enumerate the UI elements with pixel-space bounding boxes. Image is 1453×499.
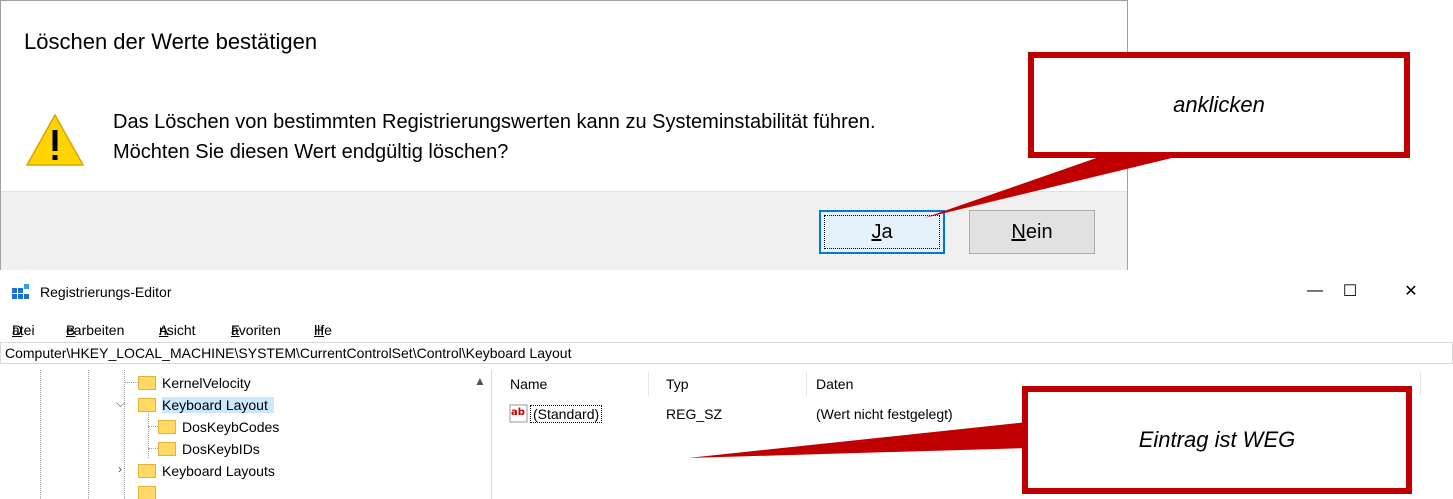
tree-guide-line — [124, 382, 138, 383]
tree-item-doskeybcodes[interactable]: DosKeybCodes — [158, 416, 279, 437]
maximize-button[interactable]: ☐ — [1327, 276, 1373, 306]
tree-item-label: DosKeybIDs — [182, 440, 260, 457]
tree-guide-line — [124, 370, 125, 499]
tree-item-keyboard-layouts[interactable]: Keyboard Layouts — [138, 460, 275, 481]
column-header-type[interactable]: Typ — [666, 376, 689, 392]
tree-item-label: Keyboard Layouts — [162, 462, 275, 479]
window-title: Registrierungs-Editor — [40, 284, 172, 300]
column-header-name[interactable]: Name — [510, 376, 547, 392]
annotation-text-click: anklicken — [1173, 92, 1265, 117]
tree-item-label: KernelVelocity — [162, 374, 251, 391]
folder-icon — [158, 419, 176, 434]
focus-rectangle — [824, 215, 940, 249]
tree-item-doskeybids[interactable]: DosKeybIDs — [158, 438, 260, 459]
dialog-message: Das Löschen von bestimmten Registrierung… — [113, 107, 876, 167]
no-label: ein — [1025, 220, 1053, 243]
tree-item-kernelvelocity[interactable]: KernelVelocity — [138, 372, 251, 393]
tree-guide-line — [148, 448, 158, 449]
folder-icon — [158, 441, 176, 456]
tree-item-partial[interactable] — [138, 482, 162, 499]
table-row[interactable]: (Standard) — [530, 405, 603, 423]
tree-item-label: DosKeybCodes — [182, 418, 280, 435]
string-value-icon: ab — [509, 404, 528, 423]
yes-button[interactable]: Ja — [819, 210, 945, 254]
tree-guide-line — [148, 426, 158, 427]
annotation-box-click: anklicken — [1028, 52, 1410, 158]
folder-icon — [138, 463, 156, 478]
value-type: REG_SZ — [666, 406, 723, 422]
close-button[interactable]: ✕ — [1388, 276, 1434, 306]
tree-item-keyboard-layout[interactable]: Keyboard Layout — [138, 394, 274, 415]
no-mnemonic: N — [1011, 220, 1026, 243]
menu-bar: Datei Bearbeiten Ansicht Favoriten Hilfe — [0, 314, 1453, 338]
chevron-down-icon[interactable]: ⌵ — [116, 396, 125, 411]
tree-pane[interactable]: KernelVelocity ⌵ Keyboard Layout DosKeyb… — [0, 370, 492, 499]
tree-guide-line — [40, 370, 41, 499]
menu-bearbeiten-label: earbeiten — [66, 322, 125, 338]
menu-ansicht-label: nsicht — [159, 322, 196, 338]
column-separator[interactable] — [806, 372, 807, 396]
regedit-app-icon — [12, 284, 29, 299]
chevron-right-icon[interactable]: › — [118, 462, 122, 476]
menu-datei-label: atei — [12, 322, 35, 338]
address-bar[interactable]: Computer\HKEY_LOCAL_MACHINE\SYSTEM\Curre… — [0, 342, 1453, 364]
column-separator[interactable] — [648, 372, 649, 396]
svg-text:ab: ab — [511, 407, 525, 418]
title-bar: Registrierungs-Editor — ☐ ✕ — [0, 270, 1453, 310]
value-name: (Standard) — [530, 405, 603, 423]
value-data: (Wert nicht festgelegt) — [816, 406, 953, 422]
no-button[interactable]: Nein — [969, 210, 1095, 254]
tree-guide-line — [88, 370, 89, 499]
menu-favoriten-label: avoriten — [231, 322, 281, 338]
warning-icon — [25, 113, 85, 166]
dialog-footer: Ja Nein — [1, 191, 1127, 272]
annotation-text-gone: Eintrag ist WEG — [1138, 427, 1296, 452]
annotation-box-gone: Eintrag ist WEG — [1022, 386, 1412, 494]
scroll-up-arrow-icon[interactable]: ▲ — [474, 374, 486, 388]
menu-hilfe-label: ilfe — [314, 322, 332, 338]
confirm-delete-dialog: Löschen der Werte bestätigen Das Löschen… — [0, 0, 1128, 272]
tree-item-label: Keyboard Layout — [162, 396, 274, 413]
column-header-data[interactable]: Daten — [816, 376, 853, 392]
dialog-message-line2: Möchten Sie diesen Wert endgültig lösche… — [113, 141, 509, 163]
folder-icon — [138, 485, 156, 499]
dialog-message-line1: Das Löschen von bestimmten Registrierung… — [113, 111, 876, 133]
folder-icon — [138, 375, 156, 390]
column-separator[interactable] — [1420, 372, 1421, 396]
folder-icon — [138, 397, 156, 412]
dialog-title: Löschen der Werte bestätigen — [24, 29, 318, 54]
